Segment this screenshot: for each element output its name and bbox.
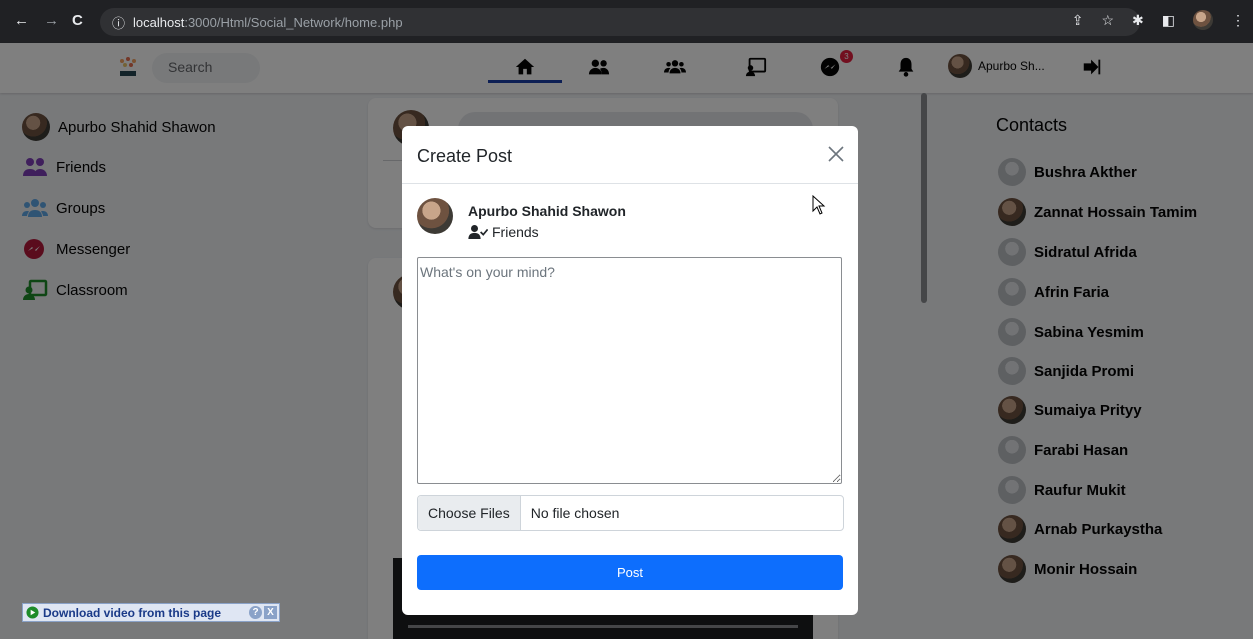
url-host: localhost [133,14,185,30]
url-path: :3000/Html/Social_Network/home.php [184,14,403,30]
browser-menu-icon[interactable]: ⋮ [1231,12,1245,29]
forward-icon[interactable]: → [44,12,59,29]
modal-title: Create Post [417,146,513,166]
mouse-cursor-icon [812,195,826,215]
download-video-label: Download video from this page [43,605,222,620]
browser-profile-avatar[interactable] [1193,10,1213,30]
sidepanel-icon[interactable]: ◧ [1162,12,1175,29]
play-icon [26,606,39,619]
author-avatar [417,198,453,234]
create-post-modal: Create Post Apurbo Shahid Shawon Friends… [402,126,858,615]
post-button[interactable]: Post [417,555,843,590]
file-input[interactable]: Choose Files No file chosen [417,495,844,531]
reload-icon[interactable]: C [72,12,83,29]
bookmark-star-icon[interactable]: ☆ [1101,12,1114,29]
close-icon[interactable] [826,144,846,164]
post-text-input[interactable] [417,257,842,484]
modal-header: Create Post [402,126,858,184]
download-video-widget[interactable]: Download video from this page ? X [22,603,280,622]
address-bar[interactable]: ⓘ localhost:3000/Html/Social_Network/hom… [100,8,1140,36]
file-status: No file chosen [530,505,620,521]
help-icon[interactable]: ? [249,606,262,619]
share-icon[interactable]: ⇪ [1072,12,1084,29]
back-icon[interactable]: ← [14,12,29,29]
browser-chrome: ← → C ⓘ localhost:3000/Html/Social_Netwo… [0,0,1253,43]
audience-selector[interactable]: Friends [468,224,539,240]
choose-files-button[interactable]: Choose Files [418,496,521,530]
widget-controls: ? X [249,606,279,619]
author-name: Apurbo Shahid Shawon [468,203,626,219]
user-check-icon [468,225,488,239]
info-icon[interactable]: ⓘ [112,13,125,32]
browser-actions: ⇪ ☆ ✱ ◧ ⋮ [1072,10,1245,30]
close-icon[interactable]: X [264,606,277,619]
audience-label: Friends [492,224,539,240]
extensions-icon[interactable]: ✱ [1132,12,1144,29]
